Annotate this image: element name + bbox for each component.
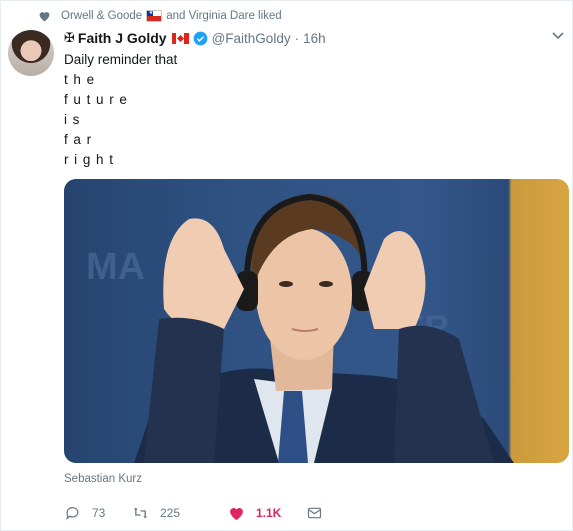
author-handle[interactable]: @FaithGoldy [212,31,291,46]
separator: · [294,30,300,46]
social-context: Orwell & Goode ★ and Virginia Dare liked [38,8,282,24]
retweet-button[interactable]: 225 [132,505,228,521]
tweet-line: the [64,72,100,87]
heart-filled-icon [230,508,243,521]
heart-icon [39,12,50,22]
retweet-icon [133,507,148,519]
canada-flag-icon [171,32,189,44]
liker-name[interactable]: Orwell & Goode [61,10,142,22]
photo-illustration: MA ER [86,193,514,463]
like-button[interactable]: 1.1K [228,505,306,521]
tweet-actions: 73 225 1.1K [64,503,334,523]
direct-message-button[interactable] [306,505,334,521]
cross-icon: ✠ [64,30,75,45]
tweet-line: future [64,92,133,107]
envelope-icon [307,507,322,519]
retweet-count: 225 [160,506,181,520]
tweet-line: far [64,132,97,147]
svg-text:MA: MA [86,246,145,288]
tweet-line: right [64,152,119,167]
tweet-photo[interactable]: MA ER [64,179,569,463]
liker-text[interactable]: and Virginia Dare liked [166,10,282,22]
reply-count: 73 [92,506,106,520]
reply-icon [66,507,79,520]
reply-button[interactable]: 73 [64,505,132,521]
timestamp[interactable]: 16h [303,31,326,46]
tweet-header: ✠ Faith J Goldy @FaithGoldy · 16h [64,29,326,47]
verified-badge-icon [193,31,207,45]
like-count: 1.1K [256,506,282,520]
tweet-line: Daily reminder that [64,52,178,67]
photo-caption: Sebastian Kurz [64,473,142,485]
tweet-text: Daily reminder that the future is far ri… [64,50,177,170]
chile-flag-icon: ★ [146,10,163,22]
author-name[interactable]: Faith J Goldy [78,30,167,46]
tweet-line: is [64,112,86,127]
avatar[interactable] [8,30,54,76]
chevron-down-icon[interactable] [552,32,564,40]
